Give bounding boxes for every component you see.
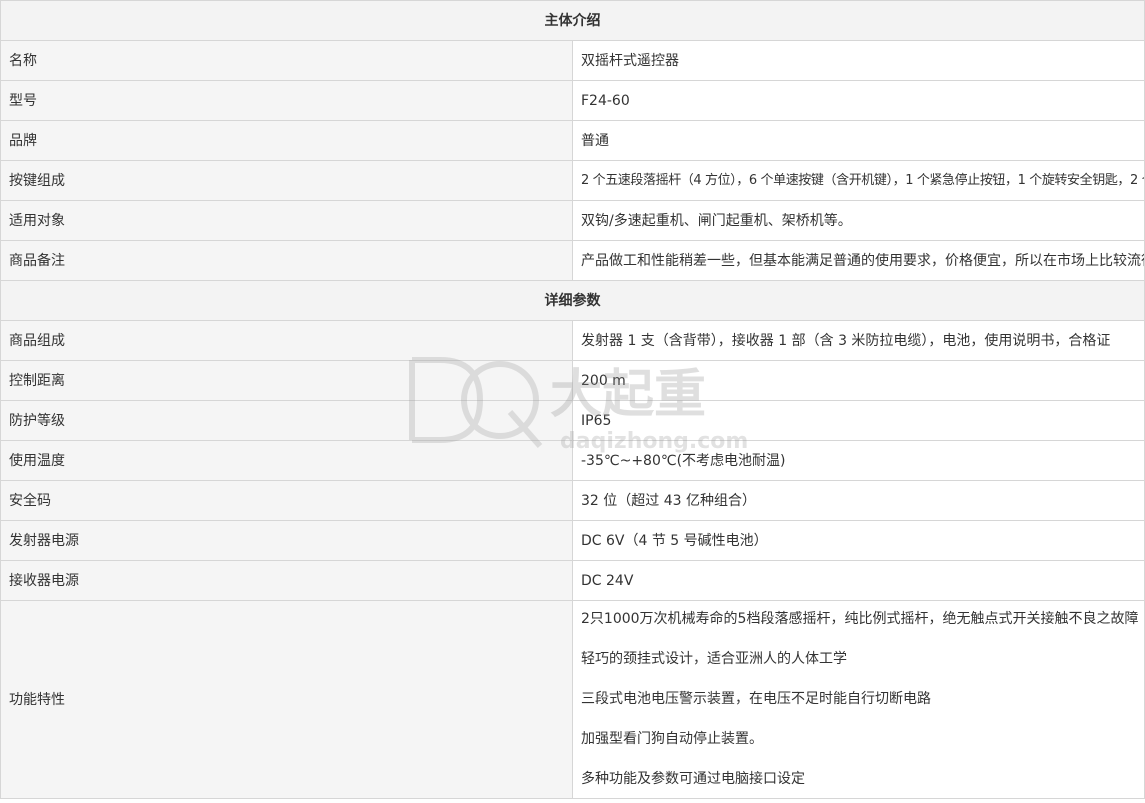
feature-line: 轻巧的颈挂式设计，适合亚洲人的人体工学 xyxy=(581,650,847,667)
spec-table: 主体介绍 名称 双摇杆式遥控器 型号 F24-60 品牌 普通 按键组成 2 个… xyxy=(0,0,1145,799)
table-row: 商品组成 发射器 1 支（含背带），接收器 1 部（含 3 米防拉电缆），电池，… xyxy=(0,320,1145,361)
row-value: 双摇杆式遥控器 xyxy=(572,40,1145,81)
feature-line: 三段式电池电压警示装置，在电压不足时能自行切断电路 xyxy=(581,690,931,707)
row-key: 商品备注 xyxy=(0,240,573,281)
row-value: IP65 xyxy=(572,400,1145,441)
row-key: 安全码 xyxy=(0,480,573,521)
section-title: 主体介绍 xyxy=(0,0,1145,41)
row-value: -35℃~+80℃(不考虑电池耐温) xyxy=(572,440,1145,481)
table-row: 型号 F24-60 xyxy=(0,80,1145,121)
table-row: 防护等级 IP65 xyxy=(0,400,1145,441)
table-row: 商品备注 产品做工和性能稍差一些，但基本能满足普通的使用要求，价格便宜，所以在市… xyxy=(0,240,1145,281)
table-row: 按键组成 2 个五速段落摇杆（4 方位），6 个单速按键（含开机键），1 个紧急… xyxy=(0,160,1145,201)
row-key: 按键组成 xyxy=(0,160,573,201)
table-row: 使用温度 -35℃~+80℃(不考虑电池耐温) xyxy=(0,440,1145,481)
row-key: 商品组成 xyxy=(0,320,573,361)
table-row: 品牌 普通 xyxy=(0,120,1145,161)
row-value: 产品做工和性能稍差一些，但基本能满足普通的使用要求，价格便宜，所以在市场上比较流… xyxy=(572,240,1145,281)
row-value: 双钩/多速起重机、闸门起重机、架桥机等。 xyxy=(572,200,1145,241)
row-key: 品牌 xyxy=(0,120,573,161)
row-key: 接收器电源 xyxy=(0,560,573,601)
table-row: 控制距离 200 m xyxy=(0,360,1145,401)
table-row: 接收器电源 DC 24V xyxy=(0,560,1145,601)
table-row: 名称 双摇杆式遥控器 xyxy=(0,40,1145,81)
row-value: F24-60 xyxy=(572,80,1145,121)
row-value: 200 m xyxy=(572,360,1145,401)
section-header-params: 详细参数 xyxy=(0,280,1145,321)
section-header-intro: 主体介绍 xyxy=(0,0,1145,41)
table-row: 安全码 32 位（超过 43 亿种组合） xyxy=(0,480,1145,521)
row-value: 普通 xyxy=(572,120,1145,161)
row-value: 发射器 1 支（含背带），接收器 1 部（含 3 米防拉电缆），电池，使用说明书… xyxy=(572,320,1145,361)
table-row-features: 功能特性 2只1000万次机械寿命的5档段落感摇杆，纯比例式摇杆，绝无触点式开关… xyxy=(0,600,1145,799)
row-value: DC 6V（4 节 5 号碱性电池） xyxy=(572,520,1145,561)
row-value: DC 24V xyxy=(572,560,1145,601)
row-key: 发射器电源 xyxy=(0,520,573,561)
row-value: 32 位（超过 43 亿种组合） xyxy=(572,480,1145,521)
row-key: 控制距离 xyxy=(0,360,573,401)
feature-line: 2只1000万次机械寿命的5档段落感摇杆，纯比例式摇杆，绝无触点式开关接触不良之… xyxy=(581,610,1139,627)
row-key: 型号 xyxy=(0,80,573,121)
row-key: 使用温度 xyxy=(0,440,573,481)
feature-line: 加强型看门狗自动停止装置。 xyxy=(581,730,763,747)
row-value: 2 个五速段落摇杆（4 方位），6 个单速按键（含开机键），1 个紧急停止按钮，… xyxy=(572,160,1145,201)
row-key: 功能特性 xyxy=(0,600,573,799)
row-key: 防护等级 xyxy=(0,400,573,441)
row-key: 适用对象 xyxy=(0,200,573,241)
feature-line: 多种功能及参数可通过电脑接口设定 xyxy=(581,770,805,787)
section-title: 详细参数 xyxy=(0,280,1145,321)
row-key: 名称 xyxy=(0,40,573,81)
table-row: 适用对象 双钩/多速起重机、闸门起重机、架桥机等。 xyxy=(0,200,1145,241)
features-list: 2只1000万次机械寿命的5档段落感摇杆，纯比例式摇杆，绝无触点式开关接触不良之… xyxy=(572,600,1145,799)
table-row: 发射器电源 DC 6V（4 节 5 号碱性电池） xyxy=(0,520,1145,561)
